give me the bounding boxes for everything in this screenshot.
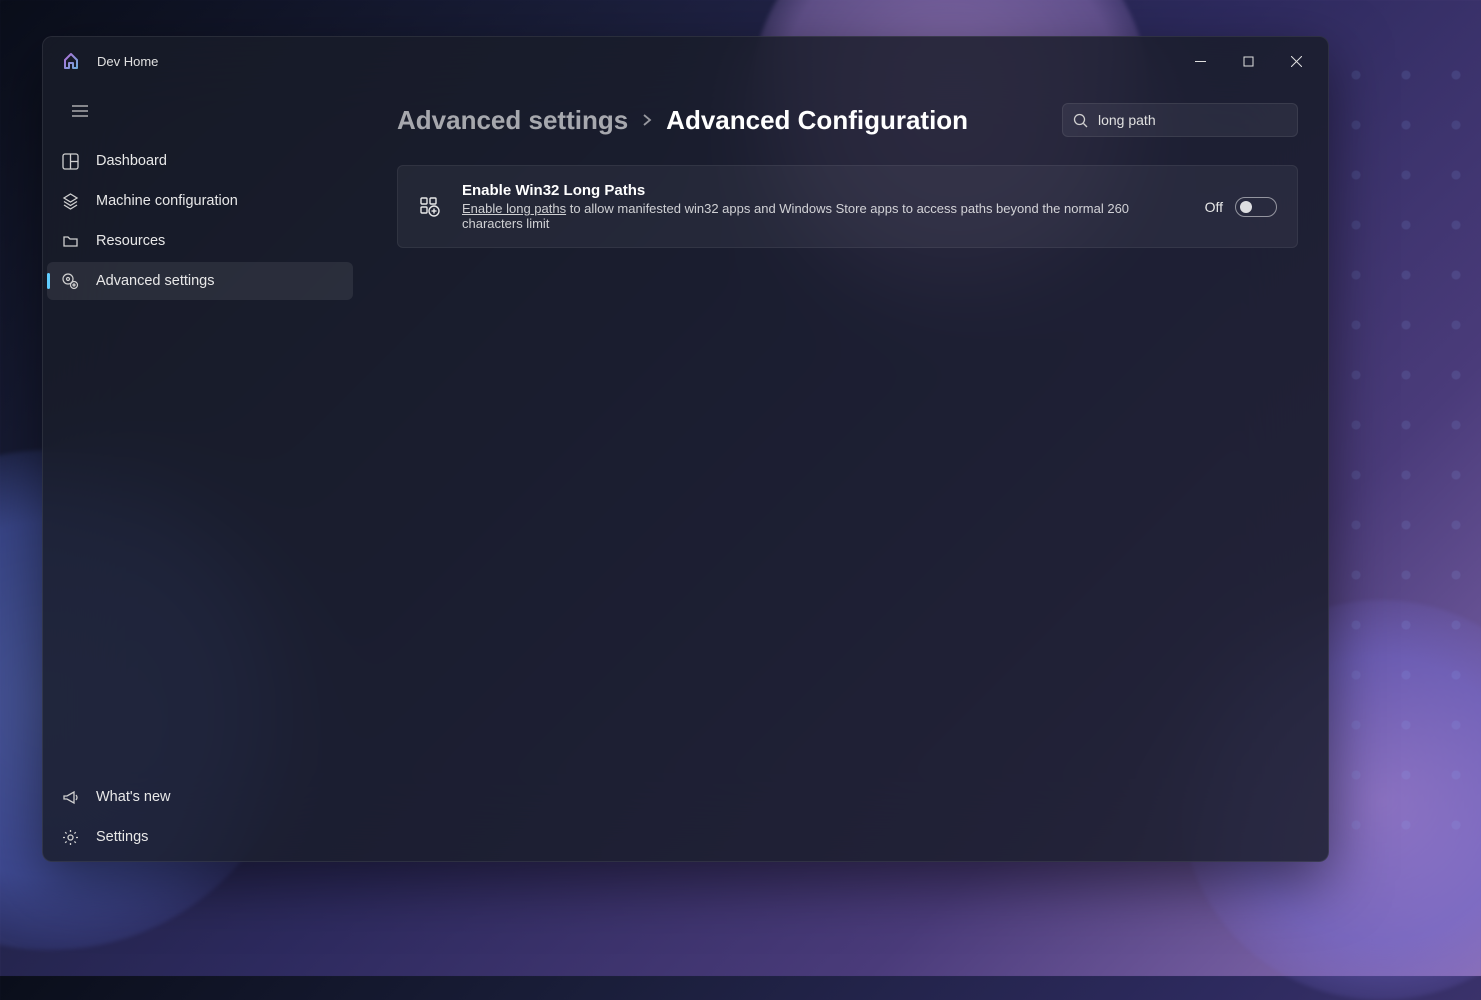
close-button[interactable] [1272,41,1320,81]
header-row: Advanced settings Advanced Configuration [397,103,1298,137]
search-icon [1073,113,1088,128]
sidebar-item-whats-new[interactable]: What's new [47,778,353,816]
long-paths-toggle[interactable] [1235,197,1277,217]
search-input[interactable] [1098,112,1287,128]
sidebar-item-machine-configuration[interactable]: Machine configuration [47,182,353,220]
setting-description: Enable long paths to allow manifested wi… [462,201,1185,231]
sidebar-item-label: Advanced settings [96,273,215,289]
sidebar-item-settings[interactable]: Settings [47,818,353,856]
sidebar-item-resources[interactable]: Resources [47,222,353,260]
sidebar-item-dashboard[interactable]: Dashboard [47,142,353,180]
chevron-right-icon [642,113,652,127]
toggle-knob [1240,201,1252,213]
search-box[interactable] [1062,103,1298,137]
setting-card-long-paths: Enable Win32 Long Paths Enable long path… [397,165,1298,248]
sidebar-item-label: Dashboard [96,153,167,169]
minimize-button[interactable] [1176,41,1224,81]
sidebar-item-label: Settings [96,829,148,845]
layers-icon [60,191,80,211]
toggle-label: Off [1205,199,1223,215]
hamburger-menu-button[interactable] [60,93,100,129]
breadcrumb-parent-link[interactable]: Advanced settings [397,105,628,136]
folder-icon [60,231,80,251]
app-plus-icon [418,195,442,219]
setting-description-link[interactable]: Enable long paths [462,201,566,216]
sidebar-item-label: Resources [96,233,165,249]
breadcrumb: Advanced settings Advanced Configuration [397,105,1062,136]
gear-cog-icon [60,271,80,291]
maximize-button[interactable] [1224,41,1272,81]
app-window: Dev Home Dashboard [42,36,1329,862]
breadcrumb-current: Advanced Configuration [666,105,968,136]
sidebar-item-advanced-settings[interactable]: Advanced settings [47,262,353,300]
sidebar-item-label: What's new [96,789,171,805]
sidebar-item-label: Machine configuration [96,193,238,209]
megaphone-icon [60,787,80,807]
sidebar: Dashboard Machine configuration Resource… [43,85,357,861]
titlebar: Dev Home [43,37,1328,85]
dashboard-icon [60,151,80,171]
app-logo-icon [59,49,83,73]
main-content: Advanced settings Advanced Configuration [357,85,1328,861]
gear-icon [60,827,80,847]
setting-title: Enable Win32 Long Paths [462,182,1185,199]
window-controls [1176,41,1320,81]
app-title: Dev Home [97,54,158,69]
